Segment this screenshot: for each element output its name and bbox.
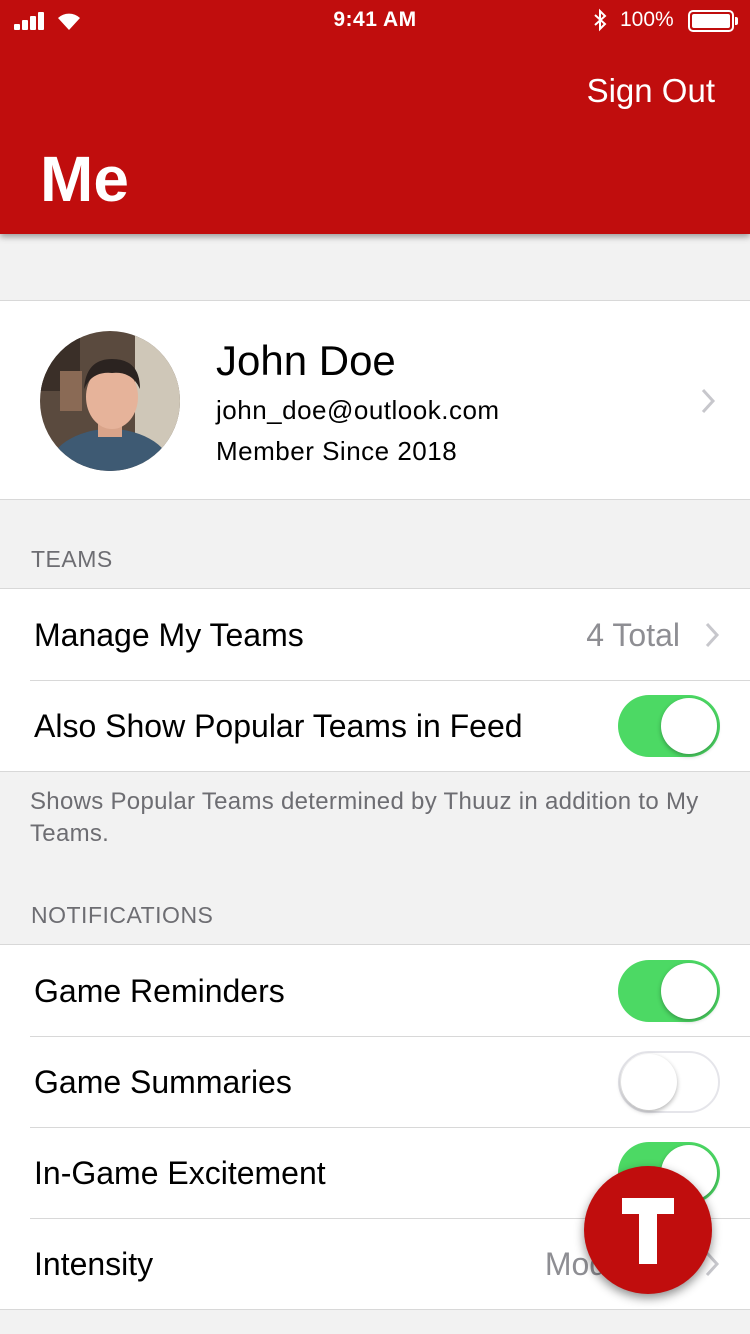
- row-label: Game Reminders: [34, 973, 285, 1009]
- teams-group: Manage My Teams 4 Total Also Show Popula…: [0, 588, 750, 772]
- popular-teams-toggle[interactable]: [618, 695, 720, 757]
- avatar: [40, 331, 180, 471]
- battery-percent: 100%: [620, 8, 674, 31]
- page-title: Me: [40, 143, 129, 215]
- status-bar: 9:41 AM 100%: [0, 0, 750, 40]
- section-header-teams: TEAMS: [31, 546, 113, 572]
- row-label: Intensity: [34, 1246, 154, 1282]
- row-value: 4 Total: [586, 617, 680, 653]
- bluetooth-icon: [594, 8, 607, 32]
- game-summaries-row: Game Summaries: [0, 1036, 750, 1127]
- row-label: In-Game Excitement: [34, 1155, 326, 1191]
- section-header-notifications: NOTIFICATIONS: [31, 902, 214, 928]
- profile-email: john_doe@outlook.com: [216, 395, 500, 425]
- thuuz-fab-button[interactable]: [584, 1166, 712, 1294]
- game-reminders-toggle[interactable]: [618, 960, 720, 1022]
- nav-header: 9:41 AM 100% Sign Out Me: [0, 0, 750, 234]
- profile-row[interactable]: John Doe john_doe@outlook.com Member Sin…: [0, 300, 750, 500]
- popular-teams-row: Also Show Popular Teams in Feed: [0, 680, 750, 771]
- chevron-right-icon: [705, 622, 720, 648]
- profile-member-since: Member Since 2018: [216, 436, 458, 466]
- battery-icon: [688, 10, 738, 32]
- row-label: Game Summaries: [34, 1064, 292, 1100]
- chevron-right-icon: [701, 388, 716, 414]
- row-label: Manage My Teams: [34, 617, 304, 653]
- sign-out-button[interactable]: Sign Out: [587, 72, 715, 110]
- row-label: Also Show Popular Teams in Feed: [34, 708, 523, 744]
- game-summaries-toggle[interactable]: [618, 1051, 720, 1113]
- manage-teams-row[interactable]: Manage My Teams 4 Total: [0, 589, 750, 680]
- game-reminders-row: Game Reminders: [0, 945, 750, 1036]
- thuuz-logo-icon: [622, 1198, 674, 1264]
- profile-name: John Doe: [216, 337, 396, 384]
- teams-footnote: Shows Popular Teams determined by Thuuz …: [30, 788, 699, 847]
